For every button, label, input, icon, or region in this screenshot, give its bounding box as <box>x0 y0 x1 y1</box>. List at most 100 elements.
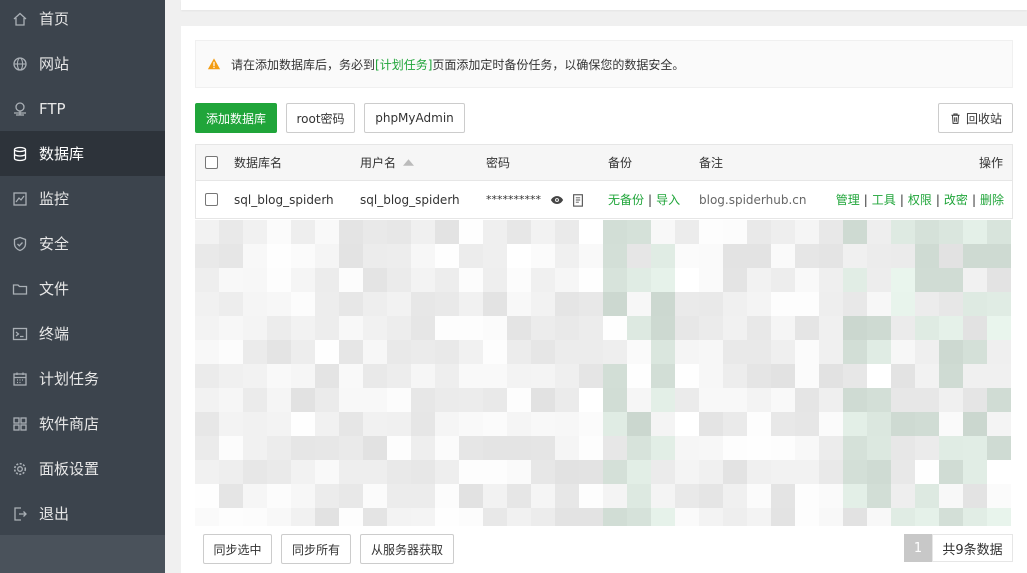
sidebar-item-cron[interactable]: 计划任务 <box>0 356 165 401</box>
mosaic-tile <box>603 460 627 484</box>
mosaic-tile <box>411 340 435 364</box>
sidebar-item-app-store[interactable]: 软件商店 <box>0 401 165 446</box>
mosaic-tile <box>747 244 771 268</box>
mosaic-tile <box>747 484 771 508</box>
sidebar-item-logout[interactable]: 退出 <box>0 491 165 536</box>
mosaic-tile <box>315 508 339 526</box>
mosaic-tile <box>867 316 891 340</box>
mosaic-tile <box>483 244 507 268</box>
mosaic-tile <box>459 268 483 292</box>
mosaic-tile <box>651 508 675 526</box>
mosaic-tile <box>795 220 819 244</box>
root-password-button[interactable]: root密码 <box>286 103 355 133</box>
mosaic-tile <box>291 460 315 484</box>
cron-link[interactable]: [计划任务] <box>375 56 432 73</box>
sidebar-item-security[interactable]: 安全 <box>0 221 165 266</box>
sidebar-item-settings[interactable]: 面板设置 <box>0 446 165 491</box>
mosaic-tile <box>579 292 603 316</box>
mosaic-tile <box>411 484 435 508</box>
phpmyadmin-button[interactable]: phpMyAdmin <box>364 103 465 133</box>
mosaic-tile <box>339 484 363 508</box>
mosaic-tile <box>387 436 411 460</box>
mosaic-tile <box>723 412 747 436</box>
mosaic-tile <box>675 364 699 388</box>
mosaic-tile <box>795 316 819 340</box>
copy-password-icon[interactable] <box>571 181 585 218</box>
row-db-name: sql_blog_spiderh <box>234 192 334 207</box>
sidebar-item-terminal[interactable]: 终端 <box>0 311 165 356</box>
mosaic-tile <box>339 268 363 292</box>
mosaic-tile <box>315 316 339 340</box>
mosaic-tile <box>339 316 363 340</box>
mosaic-tile <box>963 268 987 292</box>
mosaic-tile <box>747 412 771 436</box>
mosaic-tile <box>939 364 963 388</box>
sidebar-footer <box>0 535 165 573</box>
mosaic-tile <box>363 508 387 526</box>
sidebar-item-website[interactable]: 网站 <box>0 41 165 86</box>
mosaic-tile <box>315 244 339 268</box>
tools-link[interactable]: 工具 <box>872 191 896 208</box>
mosaic-tile <box>843 292 867 316</box>
permissions-link[interactable]: 权限 <box>908 191 932 208</box>
table-row: sql_blog_spiderh sql_blog_spiderh ******… <box>195 181 1013 219</box>
current-page[interactable]: 1 <box>904 534 932 562</box>
select-all-checkbox[interactable] <box>205 145 218 180</box>
warning-icon <box>207 58 221 70</box>
mosaic-tile <box>915 268 939 292</box>
show-password-icon[interactable] <box>550 181 564 218</box>
header-db-name[interactable]: 数据库名 <box>234 145 282 180</box>
row-checkbox[interactable] <box>205 181 218 218</box>
mosaic-tile <box>795 292 819 316</box>
sidebar-item-files[interactable]: 文件 <box>0 266 165 311</box>
header-username[interactable]: 用户名 <box>360 145 415 180</box>
mosaic-tile <box>891 292 915 316</box>
add-database-button[interactable]: 添加数据库 <box>195 103 277 133</box>
sync-all-button[interactable]: 同步所有 <box>281 534 351 564</box>
mosaic-tile <box>315 220 339 244</box>
mosaic-tile <box>579 268 603 292</box>
mosaic-tile <box>723 292 747 316</box>
mosaic-tile <box>555 508 579 526</box>
mosaic-tile <box>507 484 531 508</box>
mosaic-tile <box>699 412 723 436</box>
mosaic-tile <box>507 292 531 316</box>
mosaic-tile <box>867 244 891 268</box>
import-link[interactable]: 导入 <box>656 191 680 208</box>
mosaic-tile <box>795 364 819 388</box>
sidebar-item-database[interactable]: 数据库 <box>0 131 165 176</box>
recycle-bin-button[interactable]: 回收站 <box>938 103 1013 133</box>
mosaic-tile <box>267 364 291 388</box>
mosaic-tile <box>555 316 579 340</box>
mosaic-tile <box>459 244 483 268</box>
sidebar-item-ftp[interactable]: FTP <box>0 86 165 131</box>
manage-link[interactable]: 管理 <box>836 191 860 208</box>
mosaic-tile <box>843 388 867 412</box>
mosaic-tile <box>435 268 459 292</box>
mosaic-tile <box>939 436 963 460</box>
mosaic-tile <box>411 412 435 436</box>
mosaic-tile <box>699 292 723 316</box>
mosaic-tile <box>387 220 411 244</box>
sidebar-item-home[interactable]: 首页 <box>0 0 165 41</box>
mosaic-tile <box>219 508 243 526</box>
mosaic-tile <box>987 244 1011 268</box>
sidebar-item-monitor[interactable]: 监控 <box>0 176 165 221</box>
sync-selected-button[interactable]: 同步选中 <box>203 534 272 564</box>
mosaic-tile <box>723 484 747 508</box>
mosaic-tile <box>867 412 891 436</box>
delete-link[interactable]: 删除 <box>980 191 1004 208</box>
sidebar: 首页 网站 FTP 数据库 监控 安全 文件 终端 计划任务 软件商店 面板设置 <box>0 0 165 573</box>
mosaic-tile <box>315 484 339 508</box>
change-password-link[interactable]: 改密 <box>944 191 968 208</box>
mosaic-tile <box>603 484 627 508</box>
mosaic-tile <box>627 268 651 292</box>
row-note[interactable]: blog.spiderhub.cn <box>699 181 807 218</box>
mosaic-tile <box>387 244 411 268</box>
mosaic-tile <box>411 508 435 526</box>
mosaic-tile <box>267 412 291 436</box>
fetch-from-server-button[interactable]: 从服务器获取 <box>360 534 454 564</box>
mosaic-tile <box>771 268 795 292</box>
backup-none-link[interactable]: 无备份 <box>608 191 644 208</box>
mosaic-tile <box>291 292 315 316</box>
